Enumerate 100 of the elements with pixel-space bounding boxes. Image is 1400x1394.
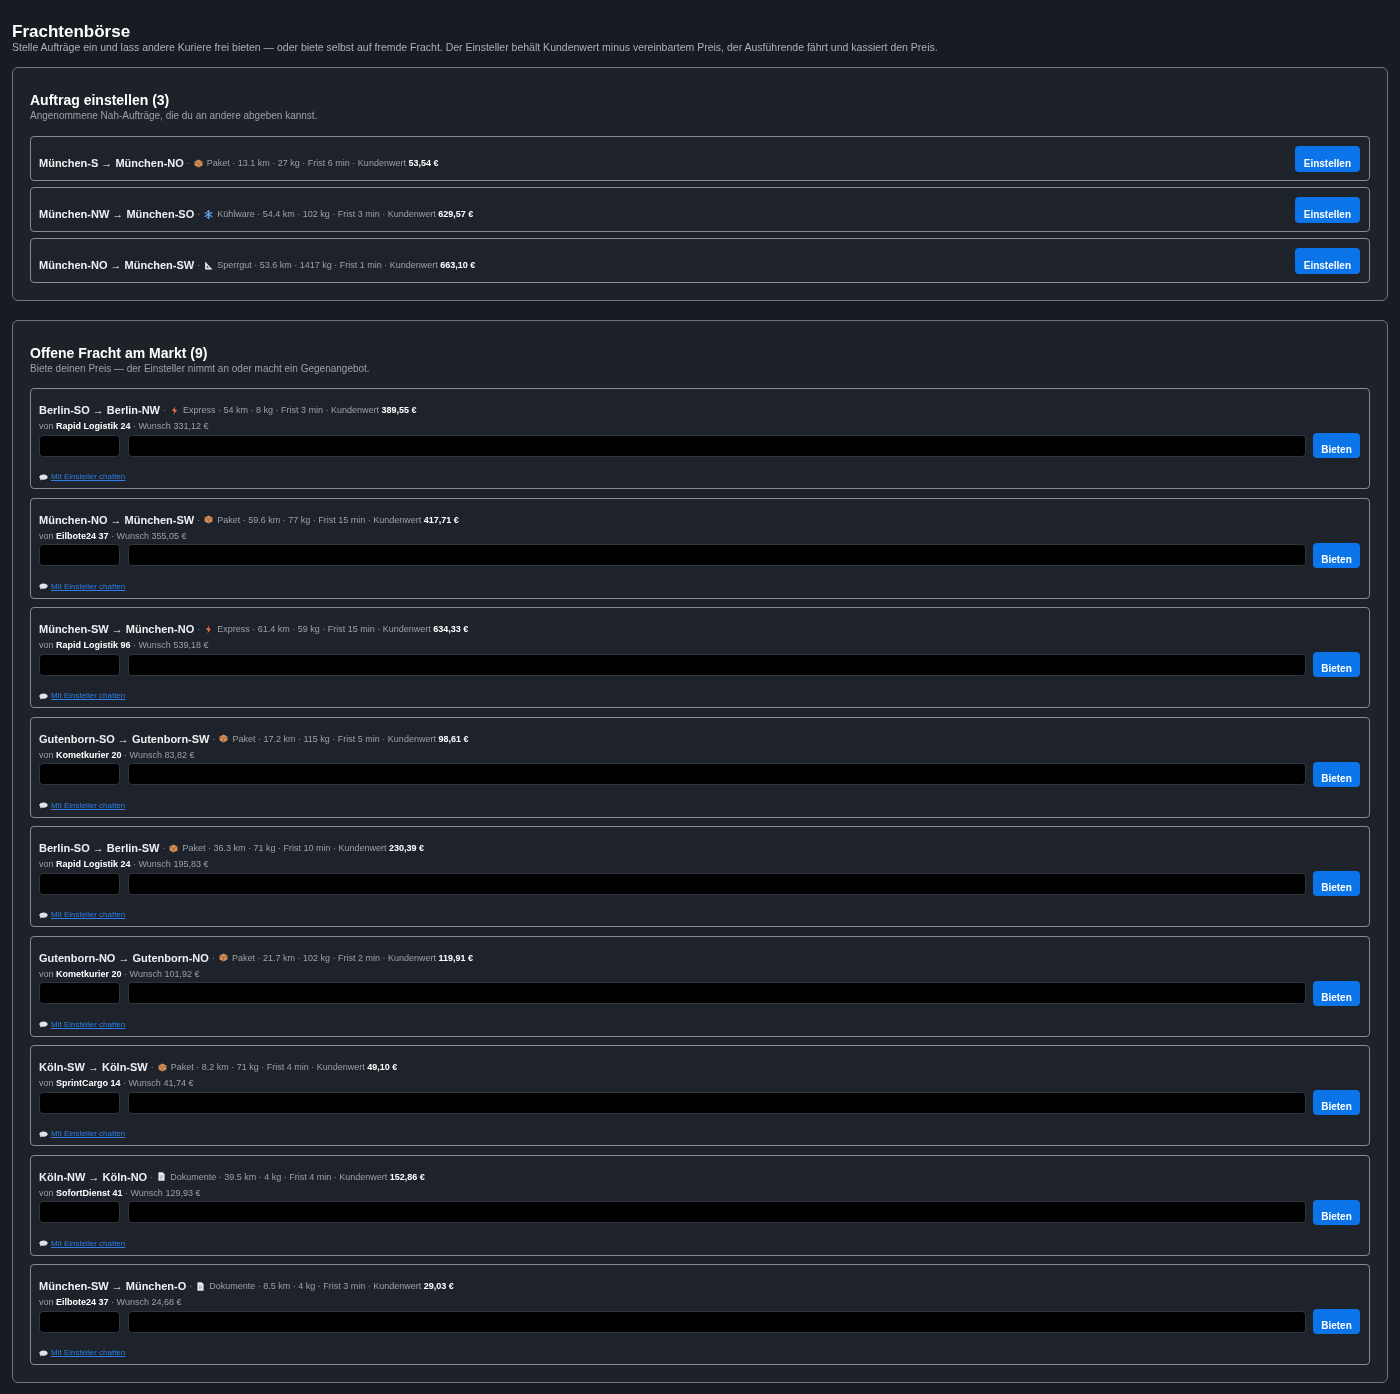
seller-info: von SprintCargo 14 · Wunsch 41,74 € (39, 1077, 195, 1090)
route-text: Berlin-SO → Berlin-SW (39, 841, 160, 855)
separator-dot: · (150, 1170, 154, 1184)
message-input-field[interactable] (128, 434, 1306, 457)
post-button[interactable]: Einstellen (1294, 248, 1360, 274)
price-input-field[interactable] (39, 653, 120, 676)
speech-bubble-icon (39, 1021, 48, 1028)
route-text: München-SW → München-NO (39, 622, 195, 636)
freight-details: Dokumente · 8.5 km · 4 kg · Frist 3 min · Kundenwert 29,03 € (209, 1280, 454, 1293)
route-text: München-NW → München-SO (39, 207, 195, 221)
order-details: Kühlware · 54.4 km · 102 kg · Frist 3 min · Kundenwert 629,57 € (217, 208, 474, 221)
bid-button[interactable]: Bieten (1313, 1199, 1360, 1225)
separator-dot: · (186, 157, 190, 170)
seller-info: von Rapid Logistik 24 · Wunsch 195,83 € (39, 858, 210, 871)
order-details: Paket · 13.1 km · 27 kg · Frist 6 min · Kundenwert 53,54 € (206, 157, 439, 170)
bid-button[interactable]: Bieten (1313, 761, 1360, 787)
chat-link[interactable]: Mit Einsteller chatten (39, 1018, 126, 1031)
page-description: Stelle Aufträge ein und lass andere Kuriere frei bieten — oder biete selbst auf fremde Fracht. Der Einsteller behält Kundenwert minus vereinbartem Preis, der Ausführende fährt und kassiert den Preis. (12, 41, 939, 54)
snowflake-icon (204, 209, 214, 219)
speech-bubble-icon (39, 583, 48, 590)
separator-dot: · (189, 1280, 193, 1293)
package-icon (157, 1062, 167, 1072)
price-input-field[interactable] (39, 1091, 120, 1114)
package-icon (219, 734, 229, 743)
chat-link[interactable]: Mit Einsteller chatten (39, 471, 126, 483)
price-input-field[interactable] (39, 1310, 120, 1333)
bid-button[interactable]: Bieten (1313, 980, 1360, 1006)
document-icon (157, 1172, 167, 1181)
bid-button[interactable]: Bieten (1313, 1309, 1360, 1334)
seller-info: von Kometkurier 20 · Wunsch 101,92 € (39, 967, 201, 981)
seller-info: von Eilbote24 37 · Wunsch 355,05 € (39, 529, 188, 543)
message-input-field[interactable] (128, 1310, 1306, 1333)
separator-dot: · (211, 951, 215, 965)
separator-dot: · (197, 623, 201, 636)
route-text: Gutenborn-SO → Gutenborn-SW (39, 731, 210, 746)
post-button[interactable]: Einstellen (1294, 197, 1360, 223)
separator-dot: · (212, 732, 216, 746)
separator-dot: · (162, 842, 166, 855)
route-text: Gutenborn-NO → Gutenborn-NO (39, 950, 209, 965)
page-title: Frachtenbörse (12, 22, 132, 42)
freight-details: Dokumente · 39.5 km · 4 kg · Frist 4 min · Kundenwert 152,86 € (170, 1170, 425, 1184)
chat-link[interactable]: Mit Einsteller chatten (39, 580, 126, 593)
speech-bubble-icon (39, 1130, 48, 1138)
route-text: München-NO → München-SW (39, 258, 195, 272)
bid-button[interactable]: Bieten (1313, 1090, 1360, 1115)
separator-dot: · (163, 404, 166, 417)
speech-bubble-icon (39, 1349, 48, 1357)
price-input-field[interactable] (39, 872, 120, 895)
order-details: Sperrgut · 53.6 km · 1417 kg · Frist 1 min · Kundenwert 663,10 € (217, 259, 476, 272)
freight-details: Paket · 8.2 km · 71 kg · Frist 4 min · Kundenwert 49,10 € (170, 1061, 398, 1074)
price-input-field[interactable] (39, 544, 120, 566)
separator-dot: · (197, 208, 201, 221)
chat-link[interactable]: Mit Einsteller chatten (39, 1128, 126, 1140)
route-text: Berlin-SO → Berlin-NW (39, 403, 160, 417)
route-text: Köln-NW → Köln-NO (39, 1169, 148, 1184)
message-input-field[interactable] (128, 1091, 1306, 1114)
price-input-field[interactable] (39, 982, 120, 1004)
message-input-field[interactable] (128, 653, 1306, 676)
bid-button[interactable]: Bieten (1313, 433, 1360, 458)
chat-link[interactable]: Mit Einsteller chatten (39, 799, 126, 812)
message-input-field[interactable] (128, 544, 1306, 566)
seller-info: von Rapid Logistik 24 · Wunsch 331,12 € (39, 420, 210, 433)
separator-dot: · (197, 259, 201, 272)
price-input-field[interactable] (39, 434, 120, 457)
chat-link[interactable]: Mit Einsteller chatten (39, 1347, 126, 1359)
chat-link[interactable]: Mit Einsteller chatten (39, 1237, 126, 1250)
seller-info: von SofortDienst 41 · Wunsch 129,93 € (39, 1186, 202, 1200)
route-text: München-SW → München-O (39, 1279, 187, 1293)
freight-details: Paket · 17.2 km · 115 kg · Frist 5 min · Kundenwert 98,61 € (232, 732, 469, 746)
speech-bubble-icon (39, 1240, 48, 1247)
price-input-field[interactable] (39, 763, 120, 785)
seller-info: von Rapid Logistik 96 · Wunsch 539,18 € (39, 639, 210, 652)
lightning-icon (170, 405, 179, 415)
message-input-field[interactable] (128, 763, 1306, 785)
freight-details: Paket · 36.3 km · 71 kg · Frist 10 min · Kundenwert 230,39 € (182, 842, 425, 855)
route-text: München-NO → München-SW (39, 512, 195, 527)
chat-link[interactable]: Mit Einsteller chatten (39, 690, 126, 702)
post-button[interactable]: Einstellen (1294, 146, 1360, 172)
section-description: Angenommene Nah-Aufträge, die du an andere abgeben kannst. (30, 110, 319, 122)
route-text: München-S → München-NO (39, 156, 184, 170)
section-description: Biete deinen Preis — der Einsteller nimmt an oder macht ein Gegenangebot. (30, 363, 371, 375)
separator-dot: · (197, 513, 201, 527)
freight-details: Paket · 21.7 km · 102 kg · Frist 2 min · Kundenwert 119,91 € (231, 951, 473, 965)
seller-info: von Kometkurier 20 · Wunsch 83,82 € (39, 748, 196, 762)
freight-details: Express · 61.4 km · 59 kg · Frist 15 min · Kundenwert 634,33 € (217, 623, 469, 636)
message-input-field[interactable] (128, 872, 1306, 895)
package-icon (193, 158, 203, 168)
bid-button[interactable]: Bieten (1313, 542, 1360, 568)
document-icon (196, 1281, 206, 1291)
section-title: Auftrag einstellen (3) (30, 91, 171, 109)
chat-link[interactable]: Mit Einsteller chatten (39, 909, 126, 921)
bid-button[interactable]: Bieten (1313, 871, 1360, 896)
message-input-field[interactable] (128, 982, 1306, 1004)
freight-details: Paket · 59.6 km · 77 kg · Frist 15 min · Kundenwert 417,71 € (217, 513, 459, 527)
section-title: Offene Fracht am Markt (9) (30, 344, 209, 362)
price-input-field[interactable] (39, 1201, 120, 1223)
speech-bubble-icon (39, 473, 48, 481)
bid-button[interactable]: Bieten (1313, 652, 1360, 677)
message-input-field[interactable] (128, 1201, 1306, 1223)
package-icon (218, 953, 228, 962)
